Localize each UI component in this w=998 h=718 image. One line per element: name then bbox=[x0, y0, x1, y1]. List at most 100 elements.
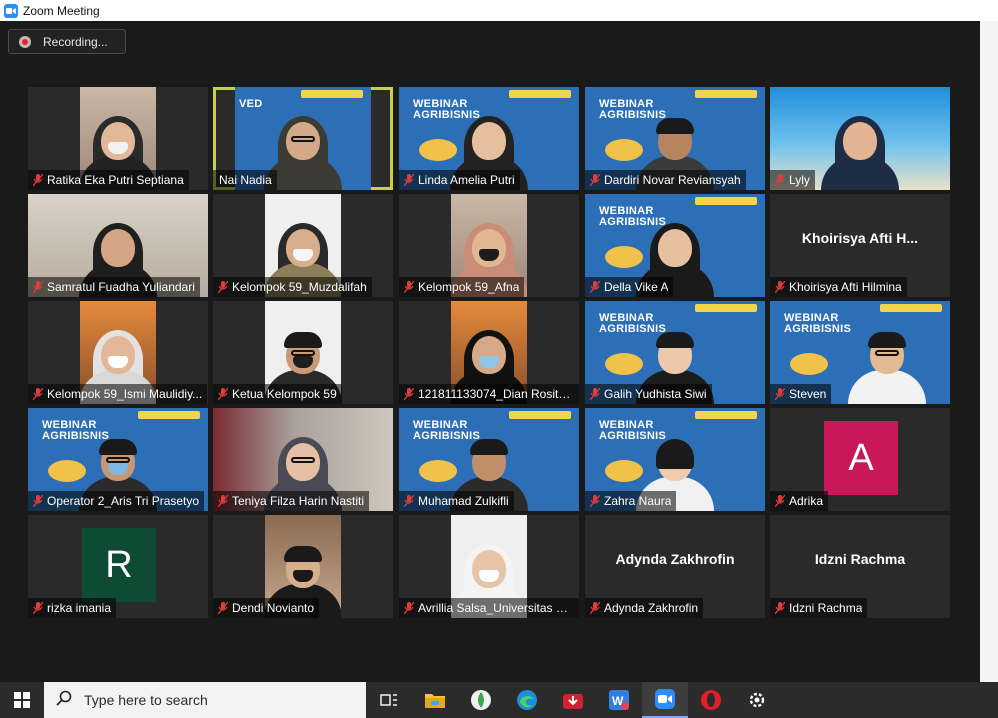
participant-name: Teniya Filza Harin Nastiti bbox=[232, 494, 365, 508]
participant-name: Kelompok 59_Muzdalifah bbox=[232, 280, 367, 294]
sponsor-logos bbox=[138, 411, 200, 419]
participant-name: Idzni Rachma bbox=[789, 601, 863, 615]
muted-mic-icon bbox=[404, 174, 414, 186]
webinar-banner: WEBINAR AGRIBISNIS bbox=[599, 205, 667, 228]
opera-icon[interactable] bbox=[688, 682, 734, 718]
zoom-app-icon bbox=[4, 3, 18, 18]
sponsor-logos bbox=[509, 90, 571, 98]
participant-tile[interactable]: WEBINAR AGRIBISNIS Galih Yudhista Siwi bbox=[585, 301, 765, 404]
webinar-banner: WEBINAR AGRIBISNIS bbox=[42, 419, 110, 442]
participant-name: Dardiri Novar Reviansyah bbox=[604, 173, 741, 187]
participant-name: Dendi Novianto bbox=[232, 601, 315, 615]
participant-tile[interactable]: Dendi Novianto bbox=[213, 515, 393, 618]
participant-nameplate: Kelompok 59_Ismi Maulidiy... bbox=[28, 384, 208, 404]
banner-illustration bbox=[790, 353, 828, 375]
participant-name: Zahra Naura bbox=[604, 494, 672, 508]
participant-tile[interactable]: WEBINAR AGRIBISNIS Steven bbox=[770, 301, 950, 404]
participant-tile[interactable]: WEBINAR AGRIBISNIS Muhamad Zulkifli bbox=[399, 408, 579, 511]
participant-name: Nai Nadia bbox=[219, 173, 272, 187]
muted-mic-icon bbox=[590, 602, 600, 614]
participant-tile[interactable]: Lyly bbox=[770, 87, 950, 190]
zoom-icon[interactable] bbox=[642, 682, 688, 718]
participant-tile[interactable]: Ratika Eka Putri Septiana bbox=[28, 87, 208, 190]
recording-indicator[interactable]: Recording... bbox=[8, 29, 126, 54]
participant-tile[interactable]: Avrillia Salsa_Universitas dr... bbox=[399, 515, 579, 618]
participant-tile[interactable]: Kelompok 59_Ismi Maulidiy... bbox=[28, 301, 208, 404]
windows-taskbar: Type here to search W bbox=[0, 682, 998, 718]
muted-mic-icon bbox=[218, 495, 228, 507]
participant-nameplate: Linda Amelia Putri bbox=[399, 170, 520, 190]
edge-icon[interactable] bbox=[504, 682, 550, 718]
participant-nameplate: Samratul Fuadha Yuliandari bbox=[28, 277, 200, 297]
participant-nameplate: Ratika Eka Putri Septiana bbox=[28, 170, 189, 190]
participant-tile[interactable]: Ketua Kelompok 59 bbox=[213, 301, 393, 404]
participant-tile[interactable]: A Adrika bbox=[770, 408, 950, 511]
participant-tile[interactable]: Samratul Fuadha Yuliandari bbox=[28, 194, 208, 297]
participant-tile[interactable]: WEBINAR AGRIBISNIS Linda Amelia Putri bbox=[399, 87, 579, 190]
download-icon[interactable] bbox=[550, 682, 596, 718]
webinar-banner: WEBINAR AGRIBISNIS bbox=[784, 312, 852, 335]
participant-display-name: Khoirisya Afti H... bbox=[801, 230, 919, 246]
participant-nameplate: Operator 2_Aris Tri Prasetyo bbox=[28, 491, 205, 511]
participant-nameplate: Nai Nadia bbox=[213, 170, 277, 190]
sponsor-logos bbox=[880, 304, 942, 312]
task-view-icon[interactable] bbox=[366, 682, 412, 718]
meeting-area: Recording... Ratika Eka Putri Septiana V… bbox=[0, 21, 980, 682]
app-green-icon[interactable] bbox=[458, 682, 504, 718]
muted-mic-icon bbox=[590, 281, 600, 293]
file-explorer-icon[interactable] bbox=[412, 682, 458, 718]
webinar-banner-text: VED bbox=[239, 98, 263, 110]
participant-tile[interactable]: Idzni Rachma Idzni Rachma bbox=[770, 515, 950, 618]
participant-tile[interactable]: R rizka imania bbox=[28, 515, 208, 618]
participant-tile[interactable]: WEBINAR AGRIBISNIS Dardiri Novar Reviansy… bbox=[585, 87, 765, 190]
participant-tile[interactable]: Kelompok 59_Afna bbox=[399, 194, 579, 297]
recording-label: Recording... bbox=[43, 34, 108, 49]
windows-icon[interactable] bbox=[0, 682, 44, 718]
muted-mic-icon bbox=[775, 281, 785, 293]
participant-tile[interactable]: WEBINAR AGRIBISNIS Zahra Naura bbox=[585, 408, 765, 511]
participant-name: Ketua Kelompok 59 bbox=[232, 387, 337, 401]
participant-name: Galih Yudhista Siwi bbox=[604, 387, 707, 401]
participant-nameplate: Galih Yudhista Siwi bbox=[585, 384, 712, 404]
webinar-banner: WEBINAR AGRIBISNIS bbox=[599, 98, 667, 121]
title-bar: Zoom Meeting bbox=[0, 0, 998, 21]
muted-mic-icon bbox=[218, 281, 228, 293]
webinar-banner: WEBINAR AGRIBISNIS bbox=[413, 98, 481, 121]
participant-name: Kelompok 59_Afna bbox=[418, 280, 520, 294]
participant-name: Ratika Eka Putri Septiana bbox=[47, 173, 184, 187]
participant-tile[interactable]: WEBINAR AGRIBISNIS Della Vike A bbox=[585, 194, 765, 297]
participant-name: Adynda Zakhrofin bbox=[604, 601, 699, 615]
sponsor-logos bbox=[695, 90, 757, 98]
participant-name: Avrillia Salsa_Universitas dr... bbox=[418, 601, 574, 615]
participant-nameplate: Kelompok 59_Afna bbox=[399, 277, 525, 297]
participant-tile[interactable]: Kelompok 59_Muzdalifah bbox=[213, 194, 393, 297]
participant-tile[interactable]: Khoirisya Afti H... Khoirisya Afti Hilmi… bbox=[770, 194, 950, 297]
participant-nameplate: Kelompok 59_Muzdalifah bbox=[213, 277, 372, 297]
muted-mic-icon bbox=[775, 388, 785, 400]
participant-nameplate: rizka imania bbox=[28, 598, 117, 618]
participant-name: Adrika bbox=[789, 494, 824, 508]
participant-nameplate: Avrillia Salsa_Universitas dr... bbox=[399, 598, 579, 618]
participant-tile[interactable]: WEBINAR AGRIBISNIS Operator 2_Aris Tri Pr… bbox=[28, 408, 208, 511]
taskbar-search-box[interactable]: Type here to search bbox=[44, 682, 366, 718]
record-icon bbox=[19, 35, 31, 48]
participant-tile[interactable]: Adynda Zakhrofin Adynda Zakhrofin bbox=[585, 515, 765, 618]
settings-icon[interactable] bbox=[734, 682, 780, 718]
participant-name: Steven bbox=[789, 387, 827, 401]
participant-nameplate: Muhamad Zulkifli bbox=[399, 491, 514, 511]
participant-nameplate: Adynda Zakhrofin bbox=[585, 598, 704, 618]
app-blue-icon[interactable]: W bbox=[596, 682, 642, 718]
participant-nameplate: 121811133074_Dian Rosita... bbox=[399, 384, 579, 404]
participant-name: Kelompok 59_Ismi Maulidiy... bbox=[47, 387, 203, 401]
muted-mic-icon bbox=[404, 388, 414, 400]
participant-name: Operator 2_Aris Tri Prasetyo bbox=[47, 494, 200, 508]
participant-avatar: A bbox=[824, 421, 898, 495]
participant-tile[interactable]: Teniya Filza Harin Nastiti bbox=[213, 408, 393, 511]
webinar-banner: WEBINAR AGRIBISNIS bbox=[599, 419, 667, 442]
right-edge-strip bbox=[980, 21, 998, 682]
search-icon bbox=[56, 690, 72, 711]
participant-tile[interactable]: 121811133074_Dian Rosita... bbox=[399, 301, 579, 404]
sponsor-logos bbox=[695, 411, 757, 419]
participant-nameplate: Idzni Rachma bbox=[770, 598, 868, 618]
participant-tile-active-speaker[interactable]: VED Nai Nadia bbox=[213, 87, 393, 190]
